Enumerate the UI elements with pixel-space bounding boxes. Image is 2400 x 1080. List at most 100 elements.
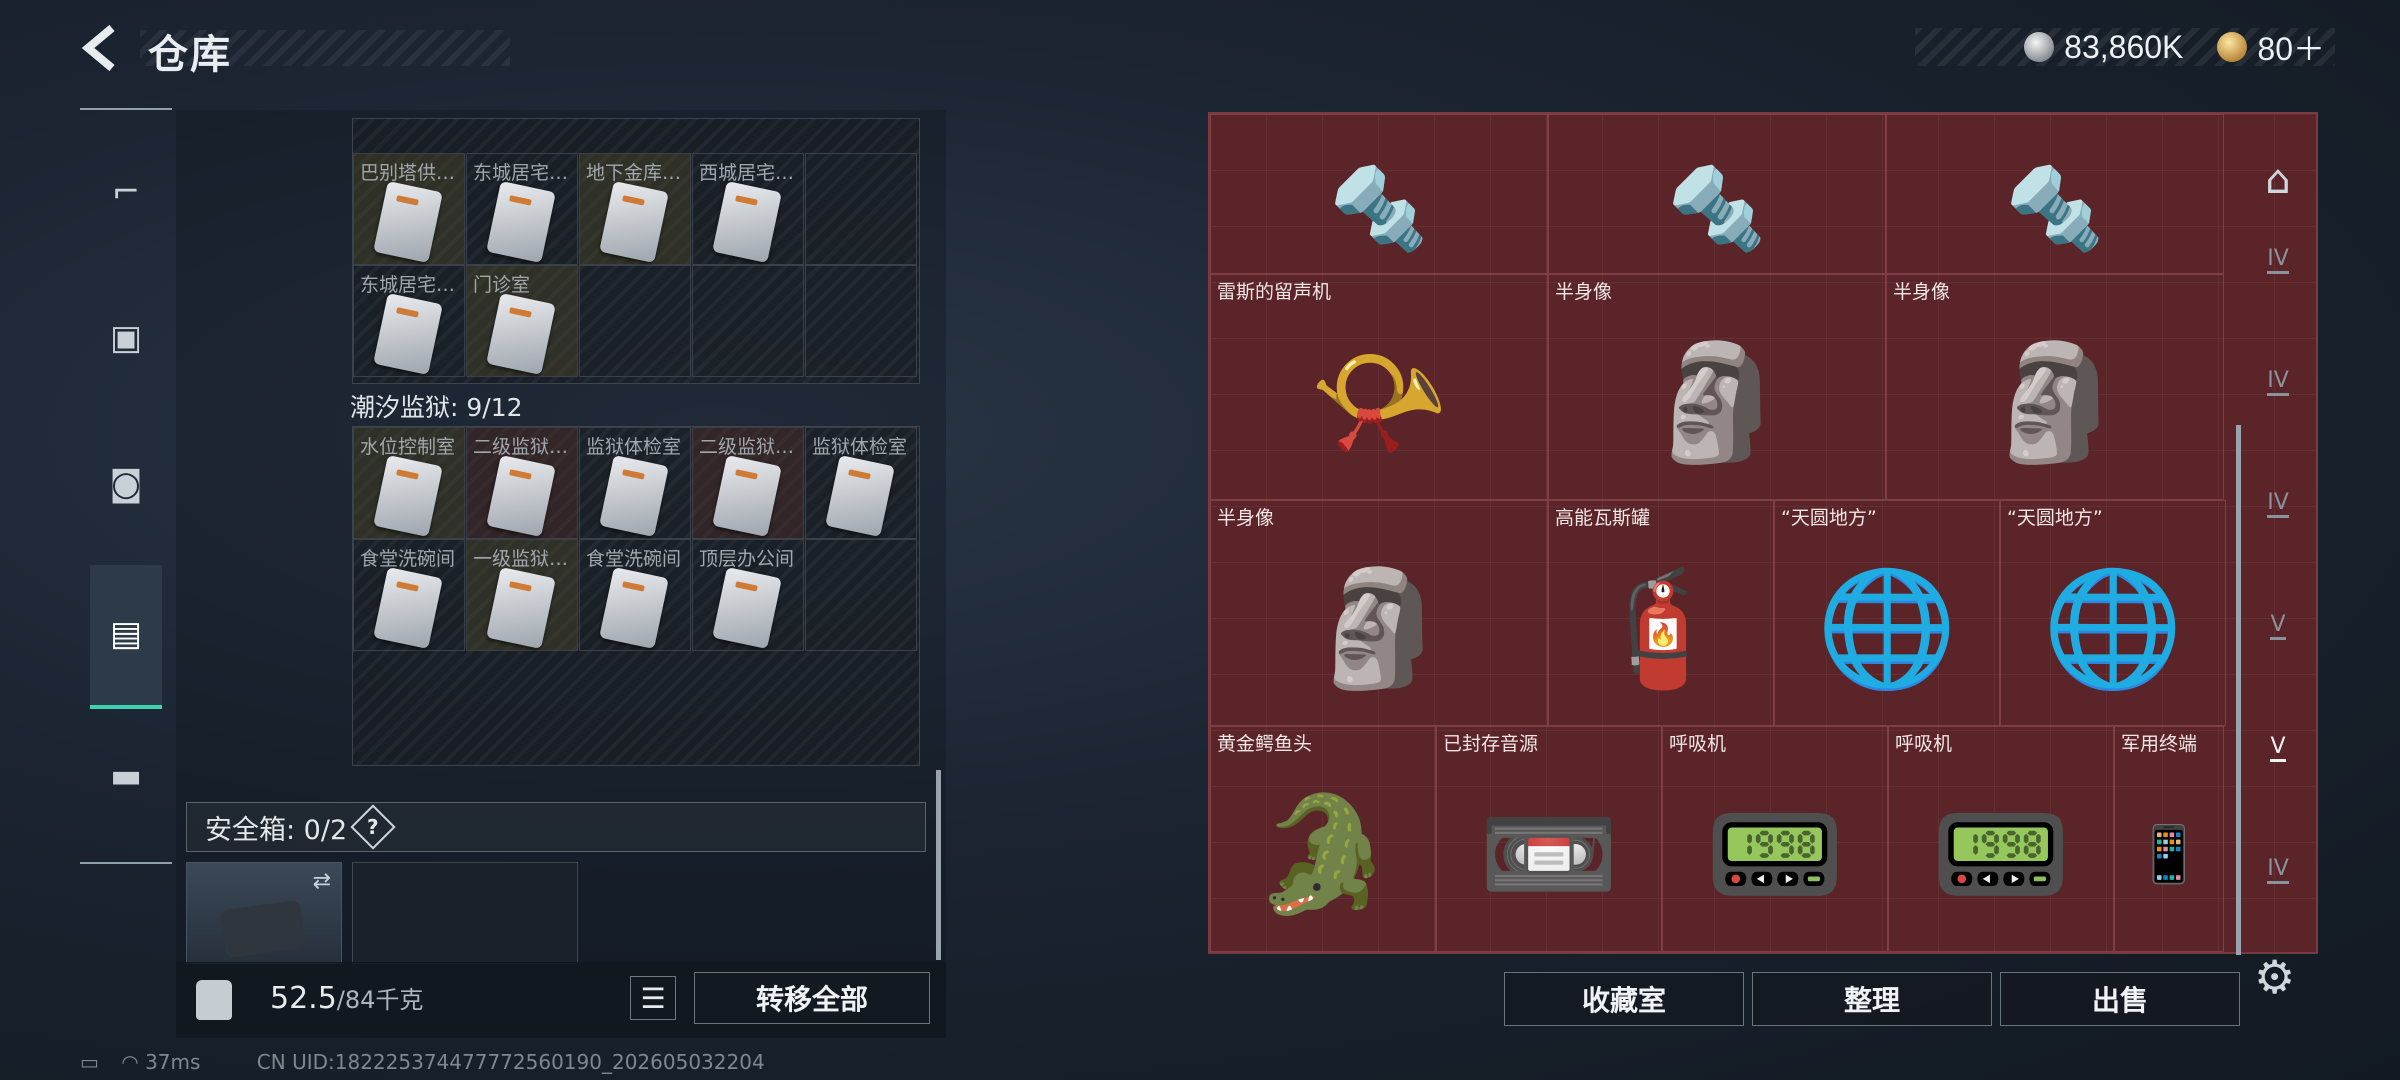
page-tier-label: IV: [2267, 490, 2289, 518]
key-card-slot[interactable]: [805, 153, 917, 265]
bust-icon: 🗿: [1646, 335, 1788, 468]
key-card-slot[interactable]: 二级监狱…: [692, 427, 804, 539]
backpack-tab[interactable]: ◙: [90, 448, 162, 520]
gold-amount[interactable]: 80＋: [2257, 24, 2325, 70]
collection-room-button[interactable]: 收藏室: [1504, 972, 1744, 1026]
case-tab[interactable]: ▬: [90, 740, 162, 812]
stash-page-tab[interactable]: V: [2248, 718, 2308, 778]
sort-button[interactable]: 整理: [1752, 972, 1992, 1026]
stash-item-vent[interactable]: 呼吸机 📟: [1888, 726, 2114, 952]
key-card-label: 西城居宅…: [699, 162, 795, 184]
armor-tab[interactable]: ▣: [90, 302, 162, 374]
croc-icon: 🐊: [1252, 787, 1394, 920]
weapon-tab[interactable]: ⌐: [90, 156, 162, 228]
key-card-icon: [486, 566, 556, 650]
wifi-icon: ◠: [121, 1050, 139, 1074]
key-card-icon: [712, 454, 782, 538]
terminal-icon: 📱: [2134, 821, 2204, 886]
bust-icon: 🗿: [1984, 335, 2126, 468]
back-arrow-icon: [81, 24, 115, 72]
item-name: “天圆地方”: [2007, 507, 2103, 529]
stash-page-tab[interactable]: IV: [2248, 840, 2308, 900]
key-card-slot[interactable]: 食堂洗碗间: [579, 539, 691, 651]
list-view-button[interactable]: ☰: [630, 976, 676, 1020]
transfer-all-button[interactable]: 转移全部: [694, 972, 930, 1024]
key-card-slot[interactable]: 巴别塔供…: [353, 153, 465, 265]
stash-item-arm[interactable]: 🔩: [1210, 114, 1548, 274]
key-card-icon: [373, 454, 443, 538]
stash-item-arm[interactable]: 🔩: [1548, 114, 1886, 274]
back-button[interactable]: [78, 22, 122, 74]
item-name: 高能瓦斯罐: [1555, 507, 1651, 529]
key-card-slot[interactable]: 东城居宅…: [353, 265, 465, 377]
key-card-slot[interactable]: 西城居宅…: [692, 153, 804, 265]
item-name: 黄金鳄鱼头: [1217, 733, 1313, 755]
backpack-icon: ◙: [109, 464, 143, 504]
stash-item-gas[interactable]: 高能瓦斯罐 🧯: [1548, 500, 1774, 726]
silver-amount: 83,860K: [2064, 28, 2184, 65]
key-card-icon: [825, 454, 895, 538]
stash-page-tab[interactable]: IV: [2248, 474, 2308, 534]
key-card-slot[interactable]: 监狱体检室: [579, 427, 691, 539]
stash-item-arm[interactable]: 🔩: [1886, 114, 2224, 274]
globe-icon: 🌐: [1816, 561, 1958, 694]
globe-icon: 🌐: [2042, 561, 2184, 694]
key-card-slot[interactable]: 二级监狱…: [466, 427, 578, 539]
key-card-label: 门诊室: [473, 274, 531, 296]
key-card-slot[interactable]: [579, 265, 691, 377]
key-card-slot[interactable]: [805, 539, 917, 651]
stash-item-bust[interactable]: 半身像 🗿: [1548, 274, 1886, 500]
key-card-icon: [599, 566, 669, 650]
stash-item-bust[interactable]: 半身像 🗿: [1210, 500, 1548, 726]
settings-gear-icon[interactable]: ⚙: [2254, 950, 2295, 1004]
key-card-icon: [712, 180, 782, 264]
stash-page-rail: ⌂ IV IV IV V V IV: [2240, 120, 2320, 940]
key-card-slot[interactable]: 顶层办公间: [692, 539, 804, 651]
safe-box-bar: 安全箱: 0/2 ?: [186, 802, 926, 852]
stash-item-tape[interactable]: 已封存音源 📼: [1436, 726, 1662, 952]
stash-item-terminal[interactable]: 军用终端 📱: [2114, 726, 2224, 952]
item-name: 雷斯的留声机: [1217, 281, 1332, 303]
key-card-label: 二级监狱…: [473, 436, 569, 458]
stash-page-tab[interactable]: IV: [2248, 230, 2308, 290]
key-grid-2: 水位控制室 二级监狱… 监狱体检室 二级监狱… 监狱体检室 食堂洗碗间 一级监狱… 食堂洗碗间…: [352, 426, 920, 766]
status-footer: ▭ ◠ 37ms CN UID:182225374477772560190_20…: [80, 1050, 765, 1074]
key-card-slot[interactable]: 监狱体检室: [805, 427, 917, 539]
safe-case-item: [220, 899, 306, 959]
stash-page-tab[interactable]: IV: [2248, 352, 2308, 412]
key-card-slot[interactable]: [692, 265, 804, 377]
stash-item-globe[interactable]: “天圆地方” 🌐: [1774, 500, 2000, 726]
sell-button[interactable]: 出售: [2000, 972, 2240, 1026]
help-icon[interactable]: ?: [350, 804, 396, 850]
safe-slot-empty[interactable]: [352, 862, 578, 964]
stash-item-gramophone[interactable]: 雷斯的留声机 📯: [1210, 274, 1548, 500]
vent-icon: 📟: [1930, 787, 2072, 920]
stash-page-tab[interactable]: V: [2248, 596, 2308, 656]
key-card-slot[interactable]: [805, 265, 917, 377]
container-tab[interactable]: ▤: [90, 598, 162, 670]
vent-icon: 📟: [1704, 787, 1846, 920]
stash-home-icon[interactable]: ⌂: [2248, 150, 2308, 210]
key-card-slot[interactable]: 食堂洗碗间: [353, 539, 465, 651]
key-card-slot[interactable]: 地下金库…: [579, 153, 691, 265]
key-card-icon: [599, 180, 669, 264]
key-card-slot[interactable]: 水位控制室: [353, 427, 465, 539]
stash-item-bust[interactable]: 半身像 🗿: [1886, 274, 2224, 500]
stash-item-globe[interactable]: “天圆地方” 🌐: [2000, 500, 2226, 726]
stash-item-vent[interactable]: 呼吸机 📟: [1662, 726, 1888, 952]
arm-icon: 🔩: [2005, 162, 2105, 255]
category-rail: ⌐ ▣ ◙ ▤ ▬: [80, 108, 172, 864]
stash-item-croc[interactable]: 黄金鳄鱼头 🐊: [1210, 726, 1436, 952]
key-card-icon: [373, 292, 443, 376]
key-card-slot[interactable]: 一级监狱…: [466, 539, 578, 651]
key-card-slot[interactable]: 东城居宅…: [466, 153, 578, 265]
safe-slot-filled[interactable]: ⇄: [186, 862, 342, 964]
weight-icon: [196, 980, 232, 1020]
gramophone-icon: 📯: [1308, 335, 1450, 468]
page-tier-label: IV: [2267, 856, 2289, 884]
page-title: 仓库: [148, 32, 232, 78]
swap-icon[interactable]: ⇄: [313, 869, 331, 894]
key-card-icon: [486, 454, 556, 538]
left-scrollbar[interactable]: [936, 770, 941, 960]
key-card-slot[interactable]: 门诊室: [466, 265, 578, 377]
